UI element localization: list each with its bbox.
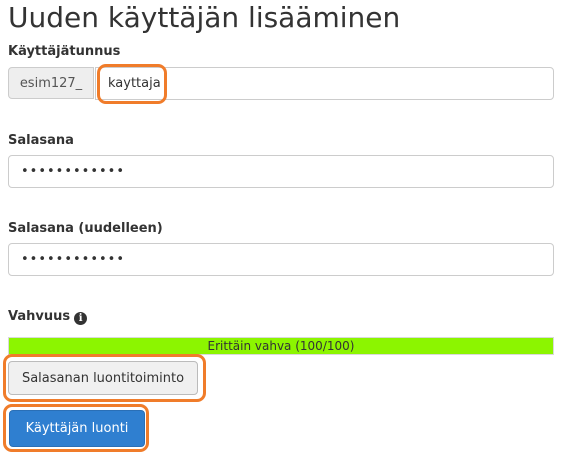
password-input[interactable]	[8, 155, 554, 188]
password-generator-button[interactable]: Salasanan luontitoiminto	[8, 361, 198, 395]
strength-meter: Erittäin vahva (100/100)	[8, 337, 554, 355]
page-title: Uuden käyttäjän lisääminen	[8, 1, 401, 34]
strength-label: Vahvuus	[8, 309, 71, 324]
username-label: Käyttäjätunnus	[8, 44, 121, 59]
password-repeat-input[interactable]	[8, 243, 554, 276]
username-prefix: esim127_	[8, 67, 94, 99]
password-label: Salasana	[8, 133, 74, 148]
info-circle-icon[interactable]: i	[74, 312, 88, 325]
strength-label-row: Vahvuus i	[8, 309, 88, 325]
password-repeat-label: Salasana (uudelleen)	[8, 221, 163, 236]
username-input[interactable]	[95, 67, 554, 100]
create-user-button[interactable]: Käyttäjän luonti	[9, 410, 145, 447]
add-user-form: Uuden käyttäjän lisääminen Käyttäjätunnu…	[0, 0, 562, 452]
strength-text: Erittäin vahva (100/100)	[207, 339, 355, 353]
